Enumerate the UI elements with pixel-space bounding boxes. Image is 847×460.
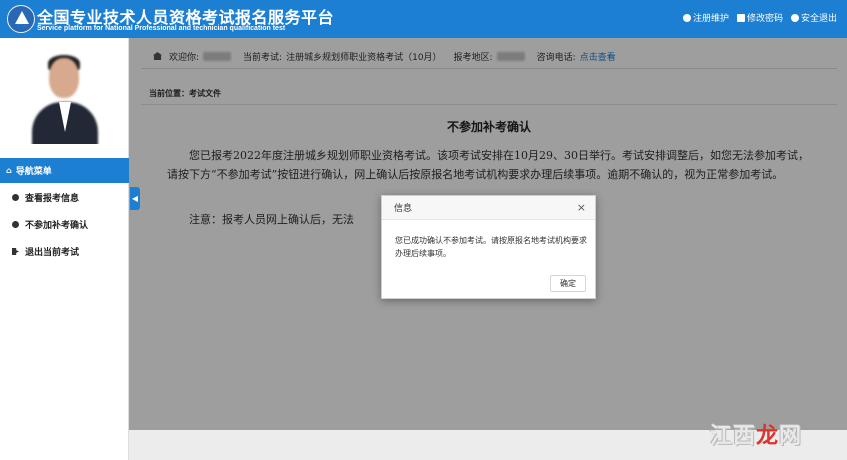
logout-label: 安全退出 <box>800 14 837 24</box>
home-icon: ⌂ <box>6 166 12 175</box>
nav-menu-header: ⌂ 导航菜单 <box>0 158 129 183</box>
watermark-part-c: 网 <box>779 424 803 449</box>
top-header: PTA 全国专业技术人员资格考试报名服务平台 Service platform … <box>0 0 847 38</box>
sidebar-item-label: 查看报考信息 <box>25 194 80 204</box>
site-subtitle: Service platform for National Profession… <box>37 25 286 32</box>
info-dot-icon <box>12 194 19 201</box>
watermark-part-a: 江西 <box>710 424 757 449</box>
chevron-left-icon: ◀ <box>131 194 139 203</box>
sidebar-item-exit-exam[interactable]: 退出当前考试 <box>0 238 129 265</box>
watermark-text: 江西龙网 <box>710 418 802 450</box>
sidebar: ⌂ 导航菜单 查看报考信息 不参加补考确认 退出当前考试 <box>0 38 129 460</box>
sidebar-item-view-info[interactable]: 查看报考信息 <box>0 184 129 211</box>
exit-icon <box>12 248 19 255</box>
ok-button[interactable]: 确定 <box>550 275 586 292</box>
register-maintain-label: 注册维护 <box>692 14 729 24</box>
logout-link[interactable]: 安全退出 <box>790 11 837 24</box>
logo-text: PTA <box>17 24 27 30</box>
dialog-message: 您已成功确认不参加考试。请按原报名地考试机构要求办理后续事项。 <box>395 236 587 258</box>
nav-menu-title: 导航菜单 <box>15 167 52 177</box>
sidebar-item-label: 不参加补考确认 <box>25 221 89 231</box>
sidebar-item-label: 退出当前考试 <box>25 248 80 258</box>
edit-icon <box>736 13 745 22</box>
change-password-label: 修改密码 <box>746 14 783 24</box>
avatar <box>28 52 102 144</box>
watermark-part-b: 龙 <box>756 424 780 449</box>
header-links: 注册维护 修改密码 安全退出 <box>682 11 837 24</box>
info-dialog: 信息 × 您已成功确认不参加考试。请按原报名地考试机构要求办理后续事项。 确定 <box>381 195 596 299</box>
watermark: 江西龙网 <box>710 410 838 452</box>
avatar-face <box>49 58 79 98</box>
info-dot-icon <box>12 221 19 228</box>
power-icon <box>790 13 799 22</box>
change-password-link[interactable]: 修改密码 <box>736 11 783 24</box>
close-icon[interactable]: × <box>577 201 586 214</box>
dialog-title: 信息 <box>394 204 413 214</box>
register-maintain-link[interactable]: 注册维护 <box>682 11 729 24</box>
page: PTA 全国专业技术人员资格考试报名服务平台 Service platform … <box>0 0 847 460</box>
platform-logo: PTA <box>7 5 35 33</box>
info-circle-icon <box>682 13 691 22</box>
sidebar-item-confirm-absence[interactable]: 不参加补考确认 <box>0 211 129 238</box>
dialog-header: 信息 <box>382 196 595 220</box>
sidebar-collapse-button[interactable]: ◀ <box>130 187 140 210</box>
